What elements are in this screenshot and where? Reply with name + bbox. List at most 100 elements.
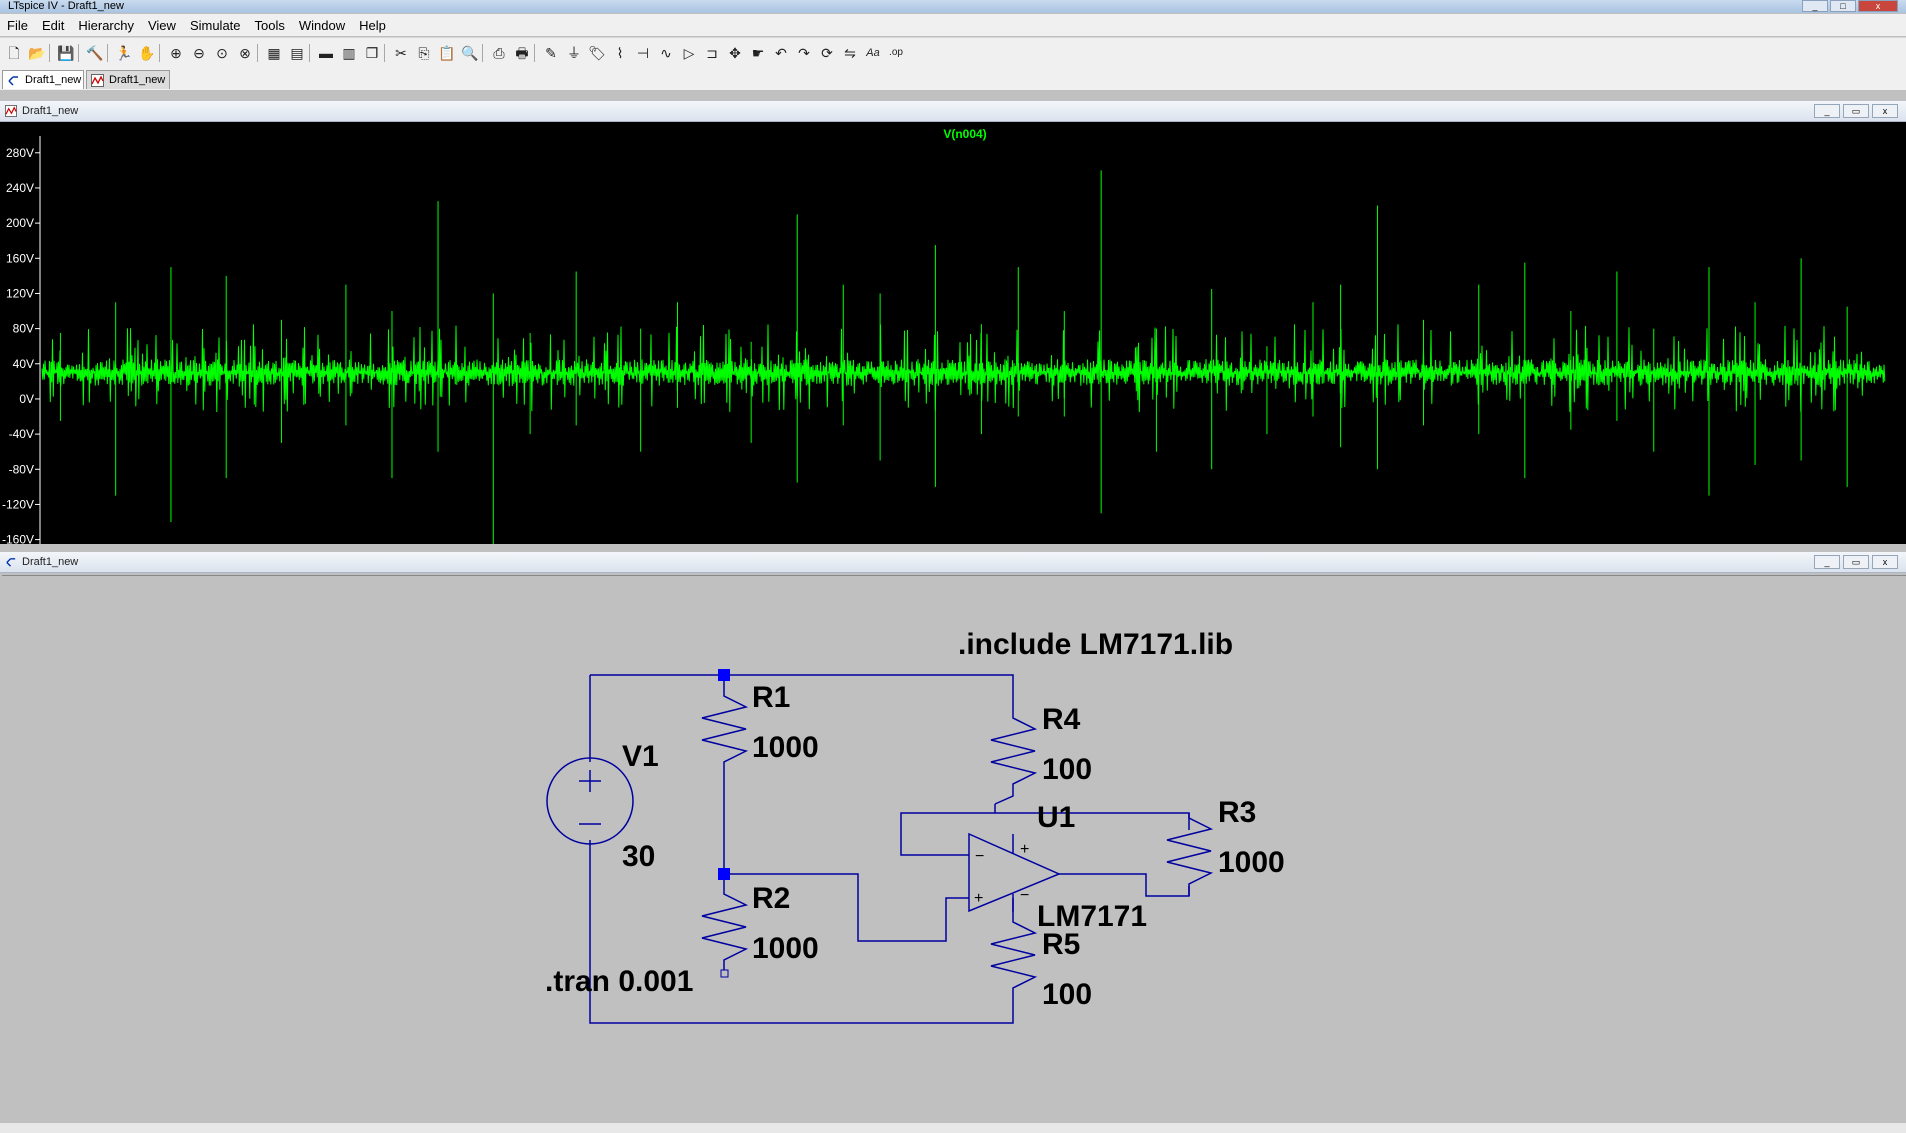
autorange-icon[interactable]: ▦ [265,44,283,62]
r4-value[interactable]: 100 [1042,753,1092,786]
undo-icon[interactable]: ↶ [772,44,790,62]
junction-mid[interactable] [718,868,730,880]
inductor-icon[interactable]: ∿ [657,44,675,62]
control-panel-icon[interactable]: 🔨 [86,44,104,62]
trace-label[interactable]: V(n004) [943,127,986,141]
spice-directive-tran[interactable]: .tran 0.001 [545,965,693,998]
opamp-inverting-sign: − [975,848,984,865]
save-icon[interactable]: 💾 [57,44,75,62]
open-icon[interactable]: 📂 [28,44,46,62]
pane-close-button[interactable]: x [1872,555,1898,569]
redo-icon[interactable]: ↷ [795,44,813,62]
y-tick-label: 200V [6,216,34,230]
r2-label[interactable]: R2 [752,882,790,915]
resistor-r1[interactable] [701,685,749,772]
pane-minimize-button[interactable]: _ [1814,555,1840,569]
u1-label[interactable]: U1 [1037,801,1075,834]
y-tick-label: 40V [13,357,34,371]
run-icon[interactable]: 🏃 [115,44,133,62]
menu-tools[interactable]: Tools [248,18,292,33]
u1-model[interactable]: LM7171 [1037,900,1147,933]
print-icon[interactable]: 🖶 [513,44,531,62]
label-net-icon[interactable]: 🏷 [588,44,606,62]
toolbar-separator [78,44,79,62]
drag-icon[interactable]: ☛ [749,44,767,62]
menu-help[interactable]: Help [352,18,393,33]
toolbar-separator [159,44,160,62]
component-icon[interactable]: ⊐ [703,44,721,62]
v1-value[interactable]: 30 [622,840,655,873]
trace-noise[interactable] [41,324,1886,413]
r3-label[interactable]: R3 [1218,796,1256,829]
y-tick-label: -40V [9,427,34,441]
wire-top[interactable] [590,674,1014,710]
schematic-editor[interactable]: V1 30 R1 1000 R2 1000 R4 100 R3 1000 R5 … [2,575,1906,1124]
tile-horizontal-icon[interactable]: ▬ [317,44,335,62]
menu-simulate[interactable]: Simulate [183,18,248,33]
menu-window[interactable]: Window [292,18,352,33]
r4-label[interactable]: R4 [1042,703,1081,736]
pane-minimize-button[interactable]: _ [1814,104,1840,118]
tile-vertical-icon[interactable]: ▥ [340,44,358,62]
pane-close-button[interactable]: x [1872,104,1898,118]
zoom-in-icon[interactable]: ⊕ [167,44,185,62]
window-title: LTspice IV - Draft1_new [8,0,124,12]
resistor-icon[interactable]: ⌇ [611,44,629,62]
menu-file[interactable]: File [0,18,35,33]
y-tick-label: 240V [6,181,34,195]
maximize-button[interactable]: □ [1830,0,1856,12]
tab-waveform[interactable]: Draft1_new [86,70,170,89]
print-setup-icon[interactable]: ⎙ [490,44,508,62]
menu-hierarchy[interactable]: Hierarchy [71,18,141,33]
ground-icon[interactable]: ⏚ [565,44,583,62]
opamp-supply-plus-sign: + [1020,841,1029,858]
resistor-r2[interactable] [701,884,749,978]
r1-value[interactable]: 1000 [752,731,819,764]
resistor-r5[interactable] [990,912,1038,996]
resistor-r4[interactable] [990,710,1038,805]
r5-value[interactable]: 100 [1042,978,1092,1011]
close-button[interactable]: x [1858,0,1898,12]
toolbar-separator [482,44,483,62]
new-schematic-icon[interactable]: 🗋 [5,44,23,62]
zoom-pan-icon[interactable]: ⊙ [213,44,231,62]
v1-label[interactable]: V1 [622,740,659,773]
minimize-button[interactable]: _ [1802,0,1828,12]
pane-restore-button[interactable]: ▭ [1843,555,1869,569]
r1-label[interactable]: R1 [752,681,790,714]
y-tick-label: -160V [2,533,34,544]
menu-view[interactable]: View [141,18,183,33]
find-icon[interactable]: 🔍 [461,44,479,62]
y-tick-label: 280V [6,146,34,160]
spice-directive-include[interactable]: .include LM7171.lib [958,628,1233,661]
wire-output[interactable] [1059,873,1190,897]
grid-icon[interactable]: ▤ [288,44,306,62]
junction-top[interactable] [718,669,730,681]
copy-icon[interactable]: ⎘ [415,44,433,62]
r2-value[interactable]: 1000 [752,932,819,965]
capacitor-icon[interactable]: ⊣ [634,44,652,62]
text-icon[interactable]: Aa [864,44,882,62]
r3-value[interactable]: 1000 [1218,846,1285,879]
y-tick-label: -80V [9,462,34,476]
voltage-source-v1[interactable] [546,757,634,845]
pane-restore-button[interactable]: ▭ [1843,104,1869,118]
spice-directive-icon[interactable]: .op [887,44,905,62]
paste-icon[interactable]: 📋 [438,44,456,62]
cut-icon[interactable]: ✂ [392,44,410,62]
mirror-icon[interactable]: ⇋ [841,44,859,62]
diode-icon[interactable]: ▷ [680,44,698,62]
rotate-icon[interactable]: ⟳ [818,44,836,62]
trace-v-n004[interactable] [41,170,1886,544]
draw-wire-icon[interactable]: ✎ [542,44,560,62]
menu-edit[interactable]: Edit [35,18,71,33]
waveform-viewer[interactable]: V(n004) 280V 240V 200V 160V 120V 80V 40V 0V -40V… [0,122,1906,547]
schematic-canvas[interactable]: V1 30 R1 1000 R2 1000 R4 100 R3 1000 R5 … [2,576,1906,1124]
halt-icon[interactable]: ✋ [138,44,156,62]
cascade-icon[interactable]: ❐ [363,44,381,62]
zoom-fit-icon[interactable]: ⊗ [236,44,254,62]
move-icon[interactable]: ✥ [726,44,744,62]
zoom-out-icon[interactable]: ⊖ [190,44,208,62]
tab-schematic[interactable]: Draft1_new [2,70,84,89]
waveform-plot[interactable]: V(n004) 280V 240V 200V 160V 120V 80V 40V 0V -40V… [0,122,1906,547]
